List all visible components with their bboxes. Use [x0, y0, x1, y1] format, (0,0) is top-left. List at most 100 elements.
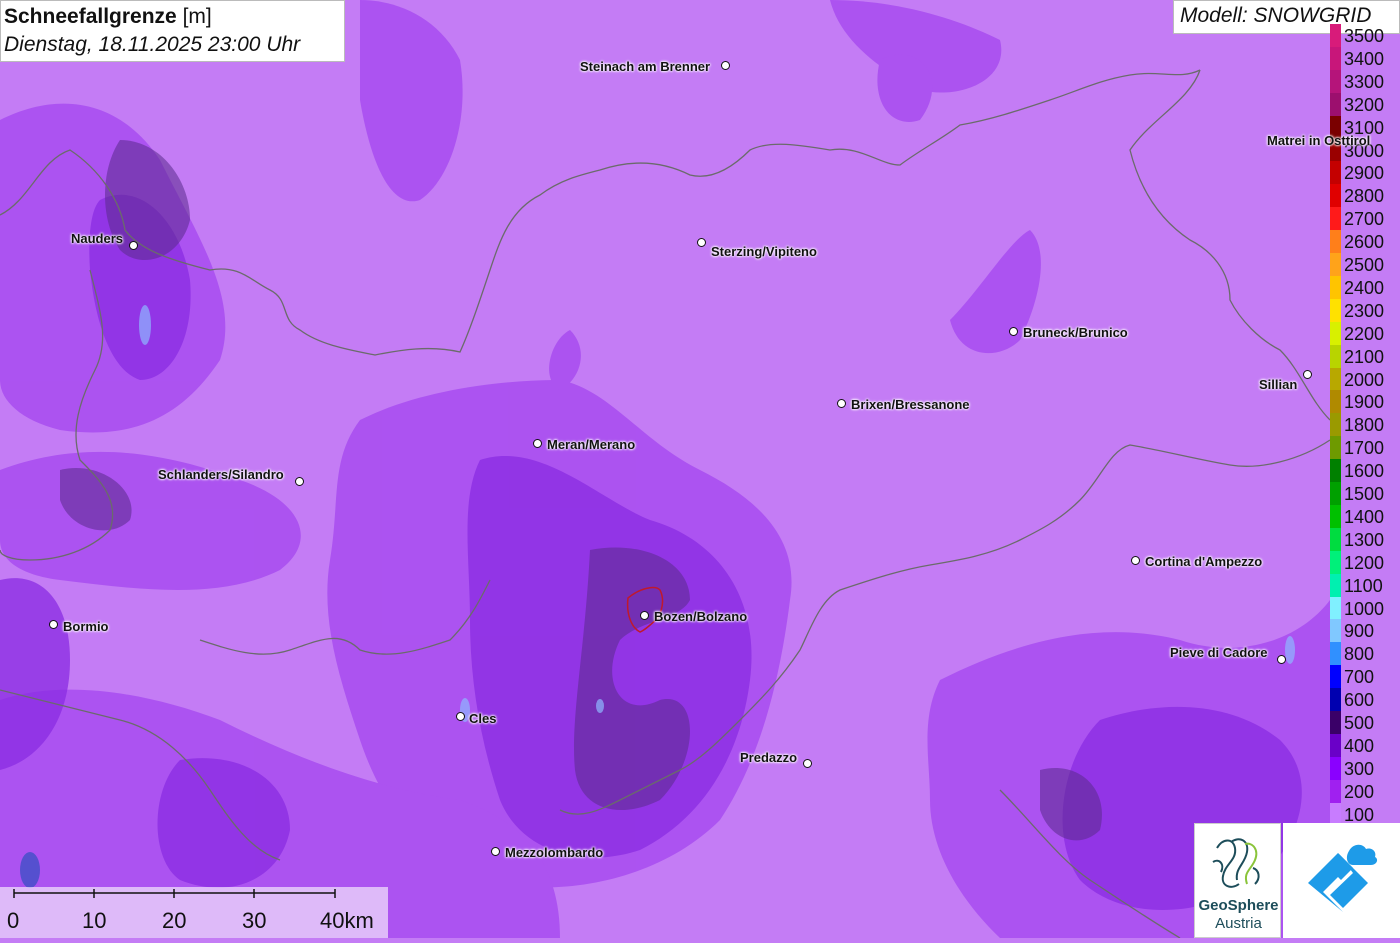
- legend-item: 200: [1328, 779, 1400, 803]
- legend-swatch: [1330, 69, 1341, 93]
- city-marker: [697, 238, 706, 247]
- map-title: Schneefallgrenze [m]: [4, 3, 344, 31]
- legend-item: 900: [1328, 619, 1400, 643]
- legend-label: 500: [1344, 713, 1375, 733]
- city-label: Mezzolombardo: [505, 845, 604, 860]
- legend-label: 2800: [1344, 186, 1385, 207]
- legend-label: 2100: [1344, 346, 1385, 367]
- legend-item: 1700: [1328, 436, 1400, 460]
- legend-swatch: [1330, 321, 1341, 345]
- color-legend: 3500 3400 3300 3200 3100 3000 2900 2800 2700 2600…: [1328, 24, 1400, 826]
- legend-item: 1800: [1328, 413, 1400, 437]
- legend-label: 3300: [1344, 71, 1385, 92]
- legend-swatch: [1330, 367, 1341, 391]
- legend-swatch: [1330, 253, 1341, 276]
- weather-app-icon: [1308, 844, 1378, 912]
- legend-swatch: [1330, 642, 1341, 666]
- legend-label: 1500: [1344, 484, 1385, 504]
- legend-swatch: [1330, 436, 1341, 460]
- legend-item: 2500: [1328, 253, 1400, 276]
- city-label: Cortina d'Ampezzo: [1145, 554, 1263, 569]
- city-label: Brixen/Bressanone: [851, 397, 970, 412]
- city-marker: [1009, 327, 1018, 336]
- city-marker: [640, 611, 649, 620]
- forecast-datetime: Dienstag, 18.11.2025 23:00 Uhr: [4, 33, 301, 56]
- city-marker: [721, 61, 730, 70]
- city-label: Nauders: [71, 231, 124, 246]
- legend-label: 1300: [1344, 529, 1385, 550]
- city-marker: [1303, 370, 1312, 379]
- legend-item: 1900: [1328, 390, 1400, 414]
- legend-label: 100: [1344, 804, 1375, 825]
- legend-label: 1100: [1344, 575, 1383, 596]
- legend-item: 1200: [1328, 550, 1400, 574]
- legend-swatch: [1330, 184, 1341, 208]
- legend-item: 3300: [1328, 69, 1400, 93]
- legend-label: 2000: [1344, 369, 1385, 390]
- legend-item: 1600: [1328, 459, 1400, 483]
- city-label: Bozen/Bolzano: [654, 609, 748, 624]
- legend-swatch: [1330, 779, 1341, 803]
- legend-item: 2000: [1328, 367, 1400, 391]
- city-label: Schlanders/Silandro: [158, 467, 284, 482]
- legend-swatch: [1330, 207, 1341, 231]
- legend-swatch: [1330, 344, 1341, 368]
- scale-label-20: 20: [162, 908, 187, 933]
- legend-swatch: [1330, 230, 1341, 254]
- title-parameter: Schneefallgrenze: [4, 5, 177, 28]
- legend-item: 600: [1328, 688, 1400, 712]
- legend-item: 1400: [1328, 504, 1400, 528]
- geosphere-logo[interactable]: GeoSphere Austria: [1194, 823, 1281, 938]
- legend-item: 300: [1328, 756, 1400, 780]
- legend-label: 1800: [1344, 415, 1385, 436]
- legend-item: 2800: [1328, 184, 1400, 208]
- scale-label-0: 0: [7, 908, 20, 933]
- city-marker: [456, 712, 465, 721]
- legend-label: 1200: [1344, 552, 1385, 573]
- legend-label: 600: [1344, 690, 1375, 711]
- scale-label-40: 40km: [320, 908, 374, 933]
- legend-label: 2700: [1344, 209, 1385, 230]
- legend-label: 1600: [1344, 461, 1385, 482]
- legend-item: 1300: [1328, 527, 1400, 551]
- legend-swatch: [1330, 527, 1341, 551]
- title-unit: [m]: [182, 5, 212, 28]
- legend-swatch: [1330, 504, 1341, 528]
- legend-label: 2300: [1344, 300, 1385, 321]
- legend-label: 300: [1344, 758, 1375, 779]
- legend-swatch: [1330, 596, 1341, 620]
- legend-label: 2500: [1344, 255, 1385, 275]
- legend-swatch: [1330, 665, 1341, 689]
- geosphere-name: GeoSphere: [1198, 897, 1279, 914]
- legend-label: 2200: [1344, 323, 1385, 344]
- legend-item: 2300: [1328, 298, 1400, 322]
- legend-label: 700: [1344, 667, 1375, 688]
- legend-item: 1000: [1328, 596, 1400, 620]
- legend-label: 1400: [1344, 506, 1385, 527]
- scale-label-30: 30: [242, 908, 267, 933]
- city-label: Pieve di Cadore: [1170, 645, 1268, 660]
- scale-label-10: 10: [82, 908, 107, 933]
- legend-item: 2900: [1328, 161, 1400, 185]
- legend-item: 2200: [1328, 321, 1400, 345]
- legend-swatch: [1330, 275, 1341, 299]
- city-label: Steinach am Brenner: [580, 59, 711, 74]
- legend-swatch: [1330, 733, 1341, 757]
- legend-item: 3200: [1328, 92, 1400, 116]
- city-label: Predazzo: [740, 750, 798, 765]
- legend-swatch: [1330, 413, 1341, 437]
- legend-item: 1500: [1328, 482, 1400, 505]
- legend-item: 1100: [1328, 573, 1400, 597]
- legend-swatch: [1330, 573, 1341, 597]
- legend-swatch: [1330, 482, 1341, 505]
- city-label: Bruneck/Brunico: [1023, 325, 1128, 340]
- legend-swatch: [1330, 756, 1341, 780]
- city-label: Matrei in Osttirol: [1267, 133, 1371, 148]
- legend-swatch: [1330, 711, 1341, 734]
- city-label: Bormio: [63, 619, 109, 634]
- geosphere-emblem-icon: [1212, 838, 1260, 888]
- weather-app-logo[interactable]: [1283, 823, 1400, 938]
- city-marker: [295, 477, 304, 486]
- legend-swatch: [1330, 46, 1341, 70]
- city-marker: [803, 759, 812, 768]
